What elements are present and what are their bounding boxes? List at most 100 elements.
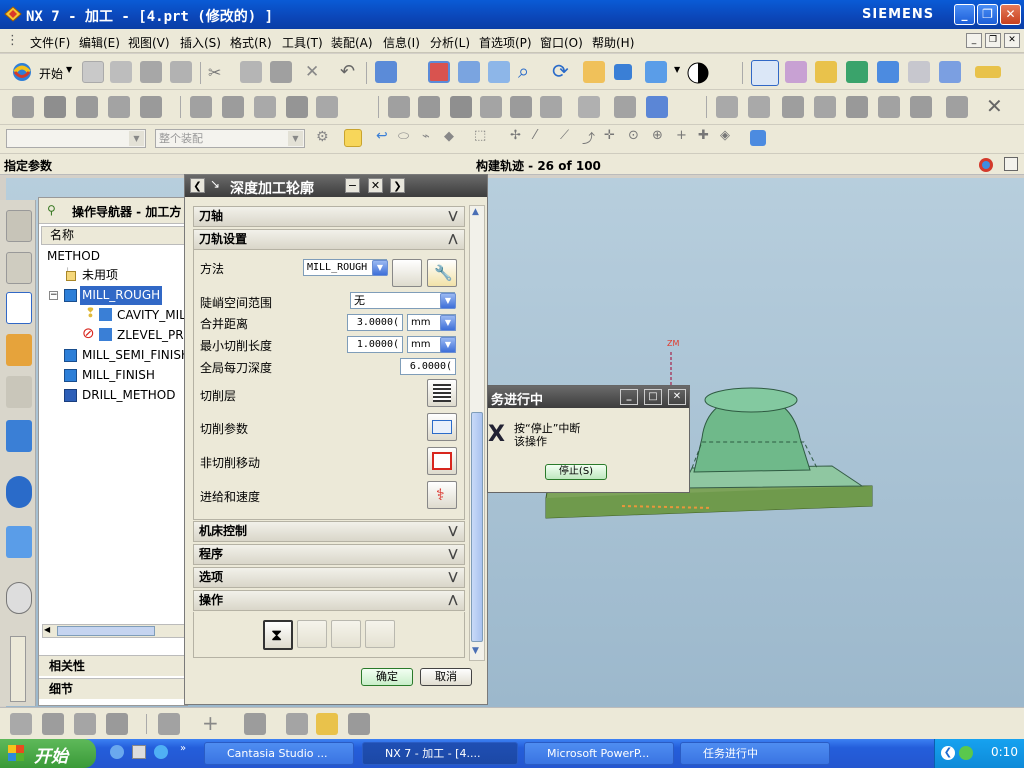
stop-button[interactable]: 停止(S) (545, 464, 607, 480)
fit-icon[interactable] (428, 61, 450, 83)
view-icon-2[interactable] (748, 96, 770, 118)
edge-icon[interactable]: ⌁ (422, 129, 430, 144)
print-icon[interactable] (170, 61, 192, 83)
endpoint-icon[interactable]: ✢ (510, 128, 521, 143)
section-program[interactable]: 程序 ⋁ (193, 544, 465, 565)
cancel-button[interactable]: 取消 (420, 668, 472, 686)
undo-icon[interactable]: ↶ (340, 61, 355, 82)
close-icon[interactable]: ✕ (368, 178, 383, 193)
global-depth-input[interactable]: 6.0000( (400, 358, 456, 375)
body-icon[interactable]: ◆ (444, 129, 454, 144)
tray-app-icon[interactable] (959, 746, 973, 760)
tool-icon-4[interactable] (108, 96, 130, 118)
delete-icon[interactable]: ✕ (986, 94, 1003, 118)
create-geometry-icon[interactable] (846, 61, 868, 83)
create-program-icon[interactable] (785, 61, 807, 83)
chevron-down-icon[interactable]: ⋁ (445, 523, 461, 539)
chevron-down-icon[interactable]: ▼ (674, 65, 680, 74)
name-column-header[interactable]: 名称 (41, 226, 187, 245)
selection-icon[interactable] (375, 61, 397, 83)
type-filter-select[interactable]: ▼ (6, 129, 146, 148)
dimension-icon[interactable] (286, 713, 308, 735)
quicklaunch-more-icon[interactable]: » (180, 743, 186, 754)
section-tool-axis[interactable]: 刀轴 ⋁ (193, 206, 465, 227)
generate-path-icon[interactable] (939, 61, 961, 83)
curve-icon[interactable] (244, 713, 266, 735)
minimize-icon[interactable]: _ (620, 389, 638, 405)
history-tab[interactable] (6, 420, 32, 452)
scroll-down-icon[interactable]: ▼ (472, 646, 479, 656)
menu-format[interactable]: 格式(R) (230, 34, 272, 51)
edit-method-button[interactable]: 🔧 (427, 259, 457, 287)
zoom-icon[interactable] (488, 61, 510, 83)
plus-icon[interactable]: + (202, 711, 219, 735)
view-icon-8[interactable] (946, 96, 968, 118)
min-cut-length-input[interactable]: 1.0000( (347, 336, 403, 353)
csys-icon[interactable] (751, 60, 779, 86)
tree-root[interactable]: METHOD (47, 247, 100, 266)
chevron-up-icon[interactable]: ⋀ (445, 592, 461, 608)
section-options[interactable]: 选项 ⋁ (193, 567, 465, 588)
scroll-thumb[interactable] (471, 412, 483, 642)
tree-item-mill-semi-finish[interactable]: MILL_SEMI_FINISH (82, 346, 190, 365)
desktop-icon[interactable] (132, 745, 146, 759)
player-icon[interactable] (154, 745, 168, 759)
tool-icon-1[interactable] (12, 96, 34, 118)
path-icon-2[interactable] (222, 96, 244, 118)
menu-assembly[interactable]: 装配(A) (331, 34, 373, 51)
op-icon-1[interactable] (388, 96, 410, 118)
scroll-left-icon[interactable]: ◀ (44, 625, 50, 634)
create-tool-icon[interactable] (815, 61, 837, 83)
info-tab[interactable] (6, 476, 32, 508)
task-progress[interactable]: 任务进行中 (680, 742, 830, 765)
tool-icon-2[interactable] (44, 96, 66, 118)
assembly-filter-select[interactable]: 整个装配 ▼ (155, 129, 305, 148)
menu-view[interactable]: 视图(V) (128, 34, 170, 51)
background-icon[interactable] (686, 61, 710, 85)
path-icon-5[interactable] (316, 96, 338, 118)
new-icon[interactable] (82, 61, 104, 83)
solid-icon[interactable] (348, 713, 370, 735)
expand-button[interactable] (1004, 157, 1018, 171)
dialog-title-bar[interactable]: ❮ ↘ 深度加工轮廓 − ✕ ❯ (185, 175, 487, 197)
dependencies-panel[interactable]: 相关性 (39, 655, 187, 676)
chevron-down-icon[interactable]: ⋁ (445, 208, 461, 224)
arc-center-icon[interactable]: ✛ (604, 128, 615, 143)
chevron-down-icon[interactable]: ▼ (440, 315, 456, 331)
maximize-icon[interactable]: □ (644, 389, 662, 405)
orient-view-icon[interactable] (645, 61, 667, 83)
op-icon-9[interactable] (646, 96, 668, 118)
merge-distance-input[interactable]: 3.0000( (347, 314, 403, 331)
shape-icon[interactable] (316, 713, 338, 735)
control-point-icon[interactable]: ⟋ (560, 128, 569, 143)
dialog-scrollbar[interactable]: ▲ ▼ (469, 205, 485, 661)
path-icon-1[interactable] (190, 96, 212, 118)
tool-icon[interactable] (42, 713, 64, 735)
create-operation-icon[interactable] (908, 61, 930, 83)
cut-params-button[interactable] (427, 413, 457, 441)
op-icon-5[interactable] (510, 96, 532, 118)
view-icon-4[interactable] (814, 96, 836, 118)
zoom-window-icon[interactable] (458, 61, 480, 83)
start-icon[interactable] (10, 61, 34, 83)
list-button[interactable] (365, 620, 395, 648)
ie-icon[interactable] (110, 745, 124, 759)
clock[interactable]: 0:10 (991, 745, 1018, 759)
details-panel[interactable]: 细节 (39, 678, 187, 699)
task-powerpoint[interactable]: Microsoft PowerP... (524, 742, 674, 765)
open-icon[interactable] (110, 61, 132, 83)
bounded-grid-icon[interactable]: ◈ (720, 128, 730, 143)
path-icon-4[interactable] (286, 96, 308, 118)
tree-item-cavity-mill[interactable]: CAVITY_MIL (117, 306, 186, 325)
close-button[interactable]: ✕ (1000, 4, 1021, 25)
task-camtasia[interactable]: Cantasia Studio ... (204, 742, 354, 765)
non-cutting-button[interactable] (427, 447, 457, 475)
verify-button[interactable] (331, 620, 361, 648)
delete-icon[interactable]: ✕ (305, 62, 319, 82)
task-nx[interactable]: NX 7 - 加工 - [4.... (362, 742, 518, 765)
menu-window[interactable]: 窗口(O) (540, 34, 583, 51)
tree-item-unused[interactable]: 未用项 (82, 266, 118, 285)
back-icon[interactable]: ❮ (190, 178, 205, 193)
render-style-icon[interactable] (614, 64, 632, 80)
point-on-curve-icon[interactable]: + (676, 128, 687, 143)
